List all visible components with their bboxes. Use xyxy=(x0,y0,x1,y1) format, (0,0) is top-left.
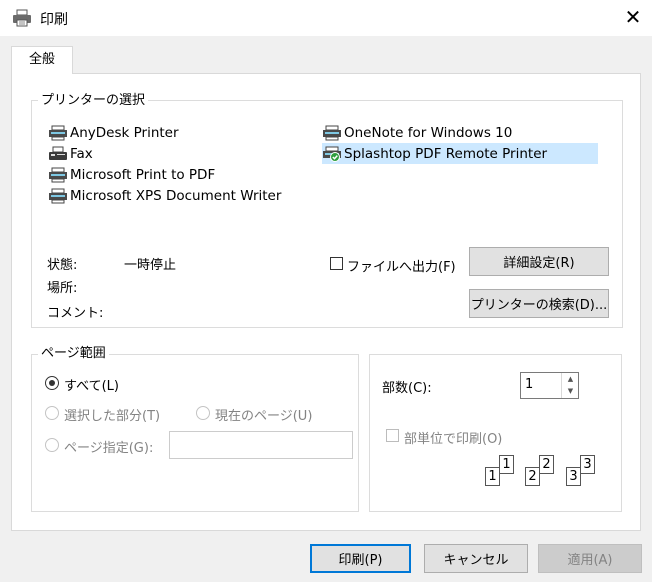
printer-item-splashtop[interactable]: Splashtop PDF Remote Printer xyxy=(322,143,598,164)
collate-page: 1 xyxy=(499,455,514,474)
comment-label: コメント: xyxy=(47,306,104,321)
apply-button[interactable]: 適用(A) xyxy=(538,544,642,573)
selection-label[interactable]: 選択した部分(T) xyxy=(64,405,160,424)
spin-up-icon[interactable]: ▲ xyxy=(562,373,579,385)
current-page-label[interactable]: 現在のページ(U) xyxy=(215,405,312,424)
find-printer-button[interactable]: プリンターの検索(D)... xyxy=(469,289,609,318)
page-range-legend: ページ範囲 xyxy=(38,347,109,361)
copies-label: 部数(C): xyxy=(382,381,432,396)
status-value: 一時停止 xyxy=(124,258,177,273)
copies-spinner[interactable]: 1 ▲ ▼ xyxy=(520,372,579,399)
print-to-file-checkbox[interactable] xyxy=(330,257,343,270)
printer-item-microsoft-print-to-pdf[interactable]: Microsoft Print to PDF xyxy=(48,164,215,185)
collate-checkbox[interactable] xyxy=(386,429,399,442)
default-printer-icon xyxy=(323,146,341,162)
spin-down-icon[interactable]: ▼ xyxy=(562,385,579,397)
selection-radio[interactable] xyxy=(45,406,59,420)
printer-item-fax[interactable]: Fax xyxy=(48,143,93,164)
pages-input[interactable] xyxy=(169,431,353,459)
collate-page: 3 xyxy=(580,455,595,474)
network-printer-icon xyxy=(49,188,67,203)
radio-selected-dot xyxy=(49,380,55,386)
collate-page: 2 xyxy=(539,455,554,474)
printer-icon xyxy=(13,9,31,27)
title-bar xyxy=(0,0,652,36)
current-page-radio[interactable] xyxy=(196,406,210,420)
printer-name: Microsoft Print to PDF xyxy=(70,166,216,183)
copies-value: 1 xyxy=(525,377,534,392)
preferences-button[interactable]: 詳細設定(R) xyxy=(469,247,609,276)
print-to-file-label[interactable]: ファイルへ出力(F) xyxy=(347,256,456,275)
all-pages-label[interactable]: すべて(L) xyxy=(64,375,119,394)
printer-name: OneNote for Windows 10 xyxy=(344,124,513,141)
printer-name: Splashtop PDF Remote Printer xyxy=(344,145,548,162)
fax-icon xyxy=(49,146,67,160)
pages-radio[interactable] xyxy=(45,438,59,452)
tab-general[interactable]: 全般 xyxy=(11,46,73,74)
collate-label[interactable]: 部単位で印刷(O) xyxy=(404,428,502,447)
pages-label[interactable]: ページ指定(G): xyxy=(64,437,153,456)
print-button[interactable]: 印刷(P) xyxy=(310,544,411,573)
printer-item-anydesk[interactable]: AnyDesk Printer xyxy=(48,122,179,143)
printer-item-onenote[interactable]: OneNote for Windows 10 xyxy=(322,122,598,143)
spinner-arrows: ▲ ▼ xyxy=(561,373,578,398)
location-label: 場所: xyxy=(47,281,78,296)
network-printer-icon xyxy=(49,167,67,182)
network-printer-icon xyxy=(323,125,341,140)
cancel-button[interactable]: キャンセル xyxy=(424,544,528,573)
printer-item-microsoft-xps[interactable]: Microsoft XPS Document Writer xyxy=(48,185,281,206)
all-pages-radio[interactable] xyxy=(45,376,59,390)
collate-page: 2 xyxy=(525,467,540,486)
printer-name: AnyDesk Printer xyxy=(70,124,179,141)
printer-name: Fax xyxy=(70,145,93,162)
printer-name: Microsoft XPS Document Writer xyxy=(70,187,282,204)
printer-selection-legend: プリンターの選択 xyxy=(38,94,149,108)
collate-illustration: 1 1 2 2 3 3 xyxy=(483,455,603,491)
status-label: 状態: xyxy=(47,258,78,273)
close-icon[interactable]: ✕ xyxy=(620,4,646,30)
collate-page: 1 xyxy=(485,467,500,486)
collate-page: 3 xyxy=(566,467,581,486)
network-printer-icon xyxy=(49,125,67,140)
window-title: 印刷 xyxy=(40,12,68,28)
